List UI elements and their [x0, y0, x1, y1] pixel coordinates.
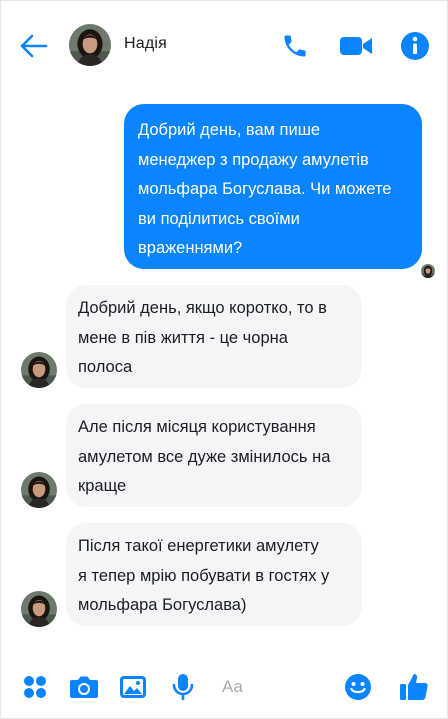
outgoing-message[interactable]: Добрий день, вам пише менеджер з продажу…	[124, 104, 422, 269]
back-arrow-icon[interactable]	[17, 29, 51, 63]
message-line: враженнями?	[138, 239, 243, 257]
message-line: амулетом все дуже змінилось на	[78, 447, 331, 466]
chat-screen: Надія Добрий день, вам пише менеджер з п…	[0, 0, 448, 719]
phone-icon[interactable]	[278, 29, 312, 63]
sender-avatar[interactable]	[21, 472, 57, 508]
message-line: мольфара Богуслава. Чи можете	[138, 180, 392, 198]
emoji-icon[interactable]	[342, 671, 374, 703]
apps-icon[interactable]	[19, 671, 51, 703]
info-icon[interactable]	[398, 29, 432, 63]
camera-icon[interactable]	[68, 671, 100, 703]
read-receipt-avatar	[421, 264, 435, 278]
message-composer	[1, 661, 448, 717]
incoming-message[interactable]: Після такої енергетики амулету я тепер м…	[66, 523, 362, 626]
message-line: Після такої енергетики амулету	[78, 537, 319, 555]
incoming-message[interactable]: Але після місяця користування амулетом в…	[66, 404, 362, 507]
sender-avatar[interactable]	[21, 591, 57, 627]
chat-header: Надія	[1, 1, 448, 89]
sender-avatar[interactable]	[21, 352, 57, 388]
message-line: менеджер з продажу амулетів	[138, 150, 369, 169]
thumbs-up-icon[interactable]	[398, 671, 430, 703]
microphone-icon[interactable]	[167, 671, 199, 703]
message-line: Але після місяця користування	[78, 418, 316, 436]
message-input[interactable]	[216, 673, 336, 701]
message-line: краще	[78, 477, 127, 495]
contact-name[interactable]: Надія	[124, 35, 167, 53]
message-line: Добрий день, вам пише	[138, 121, 321, 139]
message-line: полоса	[78, 358, 133, 376]
message-line: я тепер мрію побувати в гостях у	[78, 566, 330, 585]
message-line: Добрий день, якщо коротко, то в	[78, 299, 327, 317]
message-line: ви поділитись своїми	[138, 209, 300, 228]
video-camera-icon[interactable]	[339, 29, 373, 63]
message-line: мене в пів життя - це чорна	[78, 328, 288, 347]
gallery-icon[interactable]	[117, 671, 149, 703]
incoming-message[interactable]: Добрий день, якщо коротко, то в мене в п…	[66, 285, 362, 388]
contact-avatar[interactable]	[69, 24, 111, 66]
message-line: мольфара Богуслава)	[78, 596, 247, 614]
